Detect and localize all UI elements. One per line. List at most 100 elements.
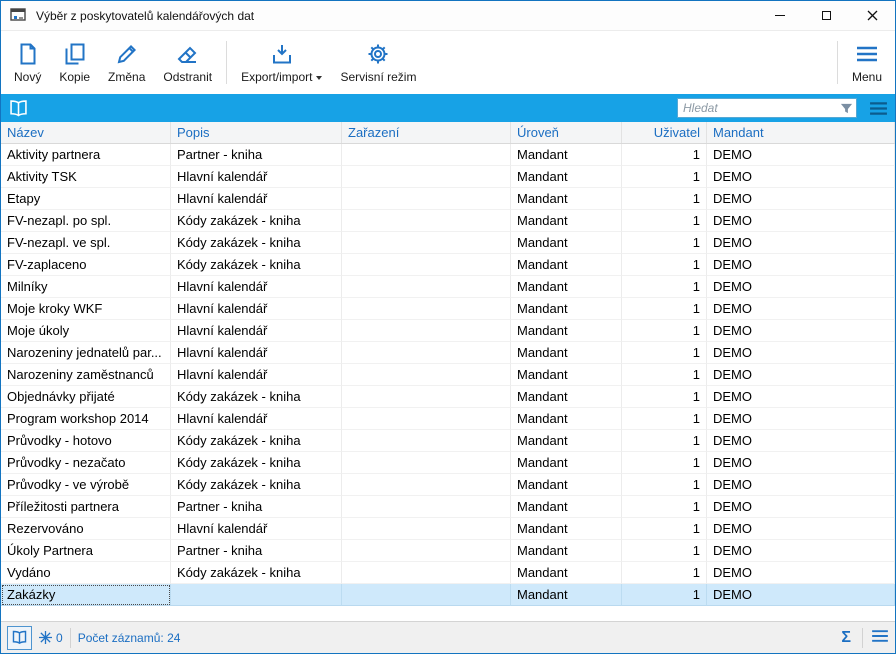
column-header-zarazeni[interactable]: Zařazení [342,122,511,143]
table-cell[interactable]: Kódy zakázek - kniha [171,386,342,408]
table-cell[interactable]: Moje kroky WKF [1,298,171,320]
table-cell[interactable]: Mandant [511,188,622,210]
table-cell[interactable]: DEMO [707,386,895,408]
table-cell[interactable]: Vydáno [1,562,171,584]
table-cell[interactable]: Zakázky [1,584,171,606]
table-cell[interactable] [342,320,511,342]
table-row[interactable]: Objednávky přijatéKódy zakázek - knihaMa… [1,386,895,408]
table-cell[interactable]: Průvodky - hotovo [1,430,171,452]
menu-button[interactable]: Menu [843,33,891,92]
maximize-button[interactable] [803,1,849,30]
table-cell[interactable]: Mandant [511,144,622,166]
table-cell[interactable]: 1 [622,584,707,606]
table-cell[interactable]: Kódy zakázek - kniha [171,452,342,474]
table-cell[interactable]: DEMO [707,210,895,232]
column-header-mandant[interactable]: Mandant [707,122,895,143]
table-cell[interactable]: Mandant [511,210,622,232]
table-cell[interactable]: DEMO [707,320,895,342]
table-cell[interactable]: Mandant [511,518,622,540]
table-cell[interactable]: Mandant [511,562,622,584]
table-cell[interactable] [342,210,511,232]
table-cell[interactable]: Etapy [1,188,171,210]
table-cell[interactable]: Partner - kniha [171,540,342,562]
table-row[interactable]: Moje úkolyHlavní kalendářMandant1DEMO [1,320,895,342]
table-cell[interactable] [171,584,342,606]
table-row[interactable]: Narozeniny jednatelů par...Hlavní kalend… [1,342,895,364]
table-cell[interactable]: Aktivity TSK [1,166,171,188]
delete-button[interactable]: Odstranit [154,33,221,92]
table-cell[interactable]: Partner - kniha [171,496,342,518]
table-cell[interactable]: Mandant [511,408,622,430]
filter-funnel-icon[interactable] [840,102,853,115]
table-row[interactable]: VydánoKódy zakázek - knihaMandant1DEMO [1,562,895,584]
table-cell[interactable]: DEMO [707,364,895,386]
table-row[interactable]: FV-nezapl. po spl.Kódy zakázek - knihaMa… [1,210,895,232]
table-cell[interactable]: Kódy zakázek - kniha [171,254,342,276]
table-row[interactable]: Průvodky - ve výroběKódy zakázek - kniha… [1,474,895,496]
table-cell[interactable]: Mandant [511,254,622,276]
table-cell[interactable]: DEMO [707,166,895,188]
table-cell[interactable]: Mandant [511,496,622,518]
table-cell[interactable]: Kódy zakázek - kniha [171,474,342,496]
table-row[interactable]: Průvodky - hotovoKódy zakázek - kniha Man… [1,430,895,452]
table-cell[interactable]: Hlavní kalendář [171,276,342,298]
table-row[interactable]: EtapyHlavní kalendářMandant1DEMO [1,188,895,210]
table-cell[interactable]: DEMO [707,496,895,518]
table-cell[interactable]: Hlavní kalendář [171,320,342,342]
table-cell[interactable]: 1 [622,518,707,540]
table-cell[interactable]: 1 [622,320,707,342]
table-row[interactable]: Příležitosti partneraPartner - kniha Mand… [1,496,895,518]
table-cell[interactable]: Průvodky - ve výrobě [1,474,171,496]
table-cell[interactable]: DEMO [707,188,895,210]
table-cell[interactable]: Mandant [511,452,622,474]
table-cell[interactable]: DEMO [707,144,895,166]
table-cell[interactable] [342,408,511,430]
table-cell[interactable]: Hlavní kalendář [171,342,342,364]
table-cell[interactable]: 1 [622,452,707,474]
table-cell[interactable]: Partner - kniha [171,144,342,166]
sum-button[interactable]: Σ [838,629,854,647]
column-header-uroven[interactable]: Úroveň [511,122,622,143]
table-cell[interactable] [342,386,511,408]
table-cell[interactable]: 1 [622,386,707,408]
table-cell[interactable]: 1 [622,232,707,254]
table-row[interactable]: Aktivity TSKHlavní kalendář Mandant1DEMO [1,166,895,188]
table-cell[interactable]: DEMO [707,452,895,474]
table-cell[interactable]: DEMO [707,254,895,276]
column-header-nazev[interactable]: Název [1,122,171,143]
table-cell[interactable]: 1 [622,540,707,562]
table-cell[interactable]: DEMO [707,474,895,496]
table-cell[interactable]: Mandant [511,298,622,320]
table-row[interactable]: Moje kroky WKFHlavní kalendářMandant1DEM… [1,298,895,320]
table-cell[interactable]: Aktivity partnera [1,144,171,166]
table-cell[interactable]: 1 [622,276,707,298]
table-cell[interactable]: 1 [622,430,707,452]
table-row[interactable]: FV-zaplacenoKódy zakázek - knihaMandant1… [1,254,895,276]
service-mode-button[interactable]: Servisní režim [331,33,425,92]
table-cell[interactable]: DEMO [707,518,895,540]
table-row[interactable]: Průvodky - nezačatoKódy zakázek - knihaM… [1,452,895,474]
table-cell[interactable]: Hlavní kalendář [171,166,342,188]
table-cell[interactable] [342,188,511,210]
new-button[interactable]: Nový [5,33,50,92]
table-cell[interactable]: Rezervováno [1,518,171,540]
table-cell[interactable]: DEMO [707,408,895,430]
table-row[interactable]: Aktivity partneraPartner - kniha Mandant1… [1,144,895,166]
book-view-button[interactable] [7,626,32,650]
table-row[interactable]: MilníkyHlavní kalendářMandant1DEMO [1,276,895,298]
table-cell[interactable]: DEMO [707,584,895,606]
minimize-button[interactable] [757,1,803,30]
table-cell[interactable]: 1 [622,144,707,166]
table-cell[interactable]: 1 [622,166,707,188]
table-cell[interactable]: Kódy zakázek - kniha [171,232,342,254]
table-cell[interactable]: 1 [622,474,707,496]
table-cell[interactable]: Mandant [511,276,622,298]
table-cell[interactable]: FV-zaplaceno [1,254,171,276]
table-cell[interactable]: Kódy zakázek - kniha [171,562,342,584]
table-cell[interactable]: Mandant [511,166,622,188]
table-cell[interactable]: Příležitosti partnera [1,496,171,518]
table-cell[interactable]: Mandant [511,430,622,452]
table-cell[interactable]: 1 [622,364,707,386]
table-cell[interactable]: Kódy zakázek - kniha [171,430,342,452]
table-cell[interactable]: Objednávky přijaté [1,386,171,408]
